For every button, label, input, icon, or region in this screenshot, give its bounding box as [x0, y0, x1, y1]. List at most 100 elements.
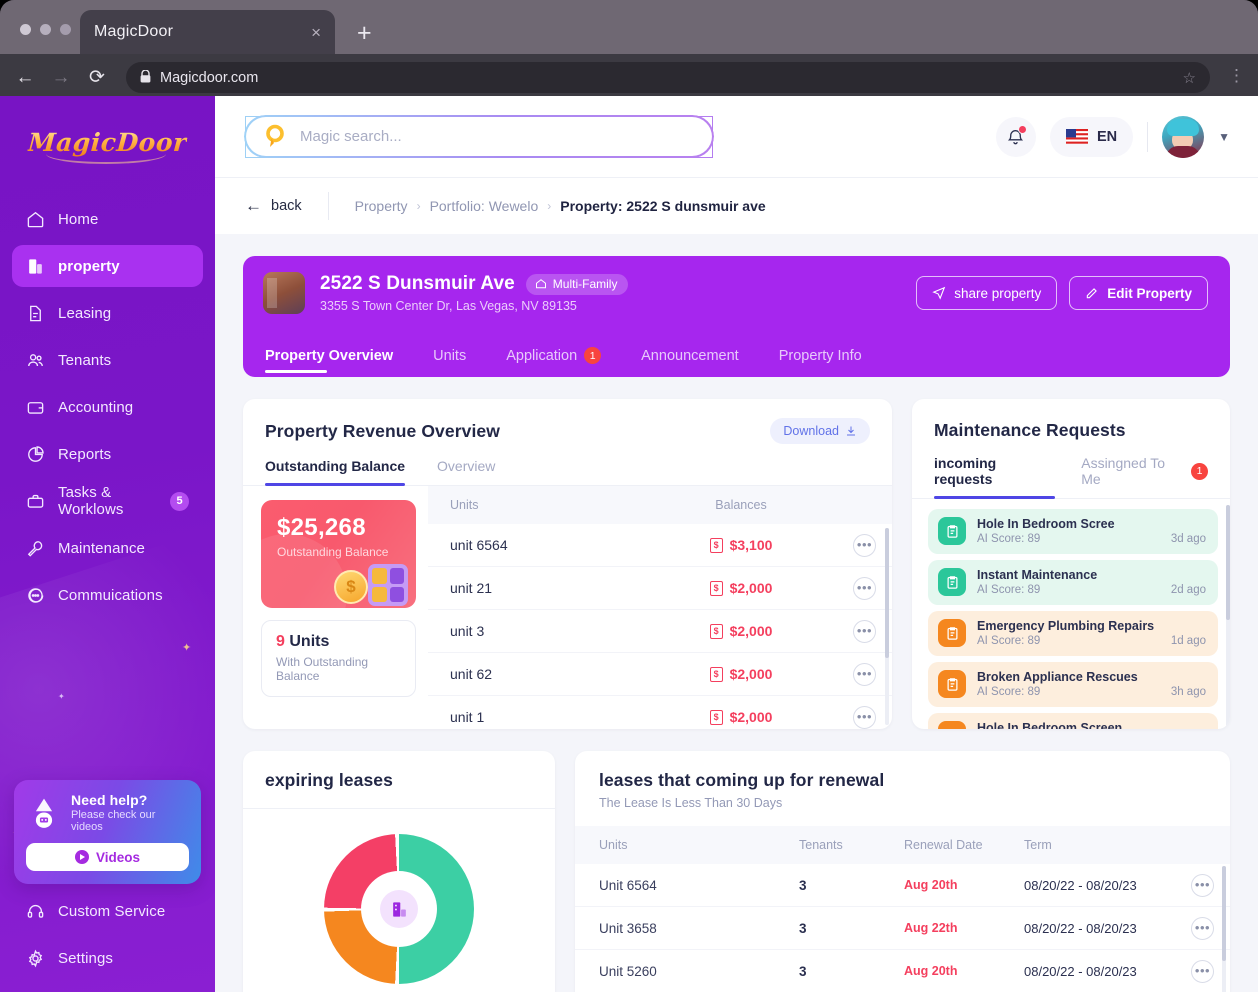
assigned-badge: 1: [1191, 462, 1208, 480]
share-property-button[interactable]: share property: [916, 276, 1058, 310]
table-row[interactable]: unit 1 $ $2,000 •••: [428, 696, 892, 729]
scrollbar[interactable]: [885, 528, 889, 725]
bookmark-icon[interactable]: ☆: [1183, 69, 1196, 87]
tab-label: Property Info: [778, 348, 862, 364]
table-row[interactable]: Unit 6564 3 Aug 20th 08/20/22 - 08/20/23…: [575, 864, 1230, 907]
breadcrumb-item-portfolio[interactable]: Portfolio: Wewelo: [430, 198, 539, 214]
forward-icon[interactable]: →: [50, 67, 72, 89]
tab-property-info[interactable]: Property Info: [759, 348, 882, 377]
sidebar-item-property[interactable]: property: [12, 245, 203, 287]
sidebar-item-home[interactable]: Home: [12, 198, 203, 240]
cell-balance: $2,000: [729, 623, 773, 639]
address-bar[interactable]: Magicdoor.com ☆: [126, 62, 1210, 93]
more-options-icon[interactable]: •••: [853, 705, 876, 729]
building-icon: [380, 890, 418, 928]
table-row[interactable]: Unit 5260 3 Aug 20th 08/20/22 - 08/20/23…: [575, 950, 1230, 992]
list-item[interactable]: Emergency Plumbing Repairs AI Score: 89 …: [928, 611, 1218, 656]
sidebar-nav: Home property Leasing Tenants Accounting: [0, 188, 215, 616]
magic-search-icon: [266, 124, 284, 147]
videos-button-label: Videos: [95, 849, 141, 865]
chat-icon: [28, 587, 44, 603]
sidebar-item-accounting[interactable]: Accounting: [12, 386, 203, 428]
scrollbar[interactable]: [1222, 866, 1226, 992]
maintenance-requests-card: Maintenance Requests incoming requests A…: [912, 399, 1230, 729]
sidebar-item-settings[interactable]: Settings: [12, 937, 203, 979]
wizard-icon: [35, 798, 53, 828]
tab-announcement[interactable]: Announcement: [621, 348, 759, 377]
avatar[interactable]: [1162, 115, 1205, 158]
units-caption: With Outstanding Balance: [276, 655, 369, 683]
more-options-icon[interactable]: •••: [853, 619, 876, 643]
revenue-table-body: unit 6564 $ $3,100 ••• unit 21 $ $2,000 ••…: [428, 524, 892, 729]
table-row[interactable]: unit 6564 $ $3,100 •••: [428, 524, 892, 567]
browser-menu-icon[interactable]: ⋮: [1228, 67, 1245, 84]
list-item[interactable]: Broken Appliance Rescues AI Score: 89 3h…: [928, 662, 1218, 707]
search-input[interactable]: Magic search...: [245, 115, 713, 158]
list-item[interactable]: Hole In Bedroom Screen Unit 6564 1d ago: [928, 713, 1218, 729]
videos-button[interactable]: Videos: [26, 843, 189, 871]
table-row[interactable]: unit 62 $ $2,000 •••: [428, 653, 892, 696]
tab-property-overview[interactable]: Property Overview: [265, 348, 413, 377]
request-time: 2d ago: [1170, 584, 1206, 596]
browser-tab[interactable]: MagicDoor ×: [80, 10, 335, 54]
maximize-window-button[interactable]: [60, 24, 71, 35]
maintenance-list: Hole In Bedroom Scree AI Score: 89 3d ag…: [912, 499, 1230, 729]
cell-term: 08/20/22 - 08/20/23: [1024, 877, 1137, 893]
sidebar-item-communications[interactable]: Commuications: [12, 574, 203, 616]
subtab-incoming-requests[interactable]: incoming requests: [934, 455, 1056, 499]
more-options-icon[interactable]: •••: [1191, 959, 1214, 983]
notifications-button[interactable]: [995, 116, 1036, 157]
more-options-icon[interactable]: •••: [853, 662, 876, 686]
scrollbar[interactable]: [1226, 505, 1230, 727]
units-count: 9: [276, 633, 285, 650]
subtab-overview[interactable]: Overview: [437, 458, 495, 485]
sparkle-icon: ✦: [58, 692, 65, 701]
more-options-icon[interactable]: •••: [1191, 916, 1214, 940]
edit-property-button[interactable]: Edit Property: [1069, 276, 1208, 310]
tab-application[interactable]: Application 1: [486, 347, 621, 377]
sidebar-item-tenants[interactable]: Tenants: [12, 339, 203, 381]
download-button[interactable]: Download: [770, 418, 870, 444]
language-selector[interactable]: EN: [1049, 116, 1134, 157]
magicdoor-logo[interactable]: MagicDoor: [0, 96, 215, 188]
new-tab-button[interactable]: +: [357, 21, 372, 46]
subtab-assigned-to-me[interactable]: Assingned To Me 1: [1081, 455, 1208, 498]
list-item[interactable]: Instant Maintenance AI Score: 89 2d ago: [928, 560, 1218, 605]
breadcrumb-item-property[interactable]: Property: [355, 198, 408, 214]
cell-balance: $2,000: [729, 580, 773, 596]
request-time: 3d ago: [1170, 533, 1206, 545]
sidebar-item-custom-service[interactable]: Custom Service: [12, 890, 203, 932]
table-row[interactable]: unit 21 $ $2,000 •••: [428, 567, 892, 610]
sidebar-item-tasks[interactable]: Tasks & Worklows 5: [12, 480, 203, 522]
table-row[interactable]: Unit 3658 3 Aug 22th 08/20/22 - 08/20/23…: [575, 907, 1230, 950]
table-row[interactable]: unit 3 $ $2,000 •••: [428, 610, 892, 653]
more-options-icon[interactable]: •••: [853, 533, 876, 557]
breadcrumb-list: Property › Portfolio: Wewelo › Property:…: [355, 198, 766, 214]
list-item[interactable]: Hole In Bedroom Scree AI Score: 89 3d ag…: [928, 509, 1218, 554]
request-subtitle: AI Score: 89: [977, 686, 1041, 698]
reload-icon[interactable]: ⟳: [86, 66, 108, 89]
sidebar-item-leasing[interactable]: Leasing: [12, 292, 203, 334]
close-tab-icon[interactable]: ×: [311, 24, 321, 41]
top-bar: Magic search... EN ▼: [215, 96, 1258, 177]
minimize-window-button[interactable]: [40, 24, 51, 35]
window-controls[interactable]: [20, 24, 71, 35]
dashboard-row-one: Property Revenue Overview Download Outst…: [243, 399, 1230, 729]
close-window-button[interactable]: [20, 24, 31, 35]
sidebar-item-maintenance[interactable]: Maintenance: [12, 527, 203, 569]
more-options-icon[interactable]: •••: [1191, 873, 1214, 897]
subtab-outstanding-balance[interactable]: Outstanding Balance: [265, 458, 406, 486]
clipboard-icon: [938, 619, 966, 647]
invoice-icon: $: [709, 580, 723, 596]
cell-unit: unit 3: [450, 623, 485, 639]
url-text: Magicdoor.com: [160, 69, 259, 86]
back-button[interactable]: ← back: [245, 196, 302, 216]
tab-units[interactable]: Units: [413, 348, 486, 377]
back-icon[interactable]: ←: [14, 67, 36, 89]
sidebar-item-reports[interactable]: Reports: [12, 433, 203, 475]
building-glyph: [392, 901, 406, 917]
more-options-icon[interactable]: •••: [853, 576, 876, 600]
breadcrumb-separator: ›: [547, 199, 552, 213]
renewals-subtitle: The Lease Is Less Than 30 Days: [599, 796, 783, 810]
chevron-down-icon[interactable]: ▼: [1218, 130, 1230, 144]
